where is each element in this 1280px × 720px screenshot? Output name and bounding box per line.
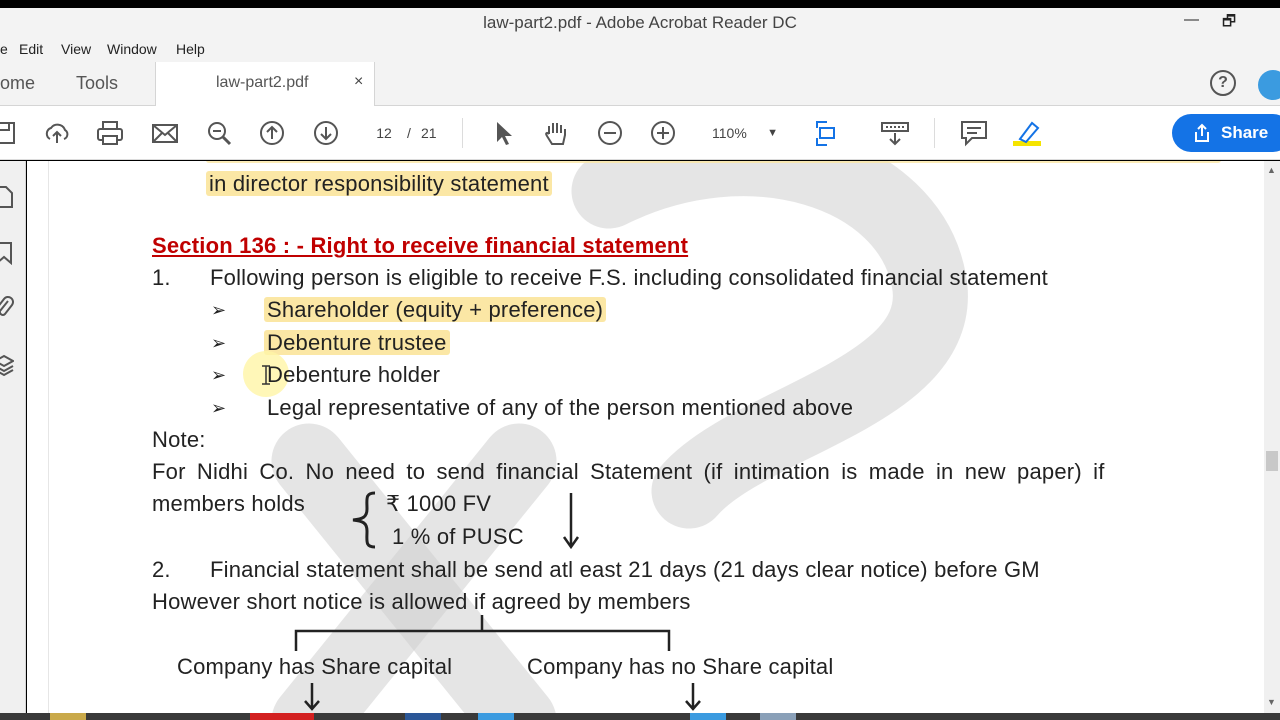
zoom-in-icon[interactable] — [648, 118, 678, 148]
minimize-button[interactable]: — — [1184, 11, 1199, 28]
brace-option-1: ₹ 1000 FV — [386, 491, 492, 516]
toolbar-divider — [462, 118, 463, 148]
page-separator: / — [407, 125, 411, 141]
layers-icon[interactable] — [0, 353, 14, 377]
taskbar-app-icon[interactable] — [760, 713, 796, 720]
page-total: 21 — [421, 125, 437, 141]
menu-edit[interactable]: Edit — [19, 41, 43, 57]
item-1-text: Following person is eligible to receive … — [210, 265, 1048, 290]
bullet-marker: ➢ — [211, 300, 227, 320]
text-cursor-icon — [262, 365, 270, 385]
tab-home[interactable]: ome — [0, 73, 35, 94]
tab-bar: ome Tools law-part2.pdf × ? — [0, 62, 1280, 107]
note-label: Note: — [152, 427, 206, 452]
title-bar: law-part2.pdf - Adobe Acrobat Reader DC … — [0, 8, 1280, 38]
menu-bar: e Edit View Window Help — [0, 38, 1280, 62]
down-arrow — [304, 683, 320, 711]
item-2-number: 2. — [152, 557, 171, 582]
branch-connector — [294, 615, 671, 651]
attachment-icon[interactable] — [0, 295, 14, 319]
page-number-input[interactable]: 12 — [366, 120, 402, 146]
bullet-marker: ➢ — [211, 333, 227, 353]
share-label: Share — [1221, 123, 1269, 142]
scroll-down-icon[interactable]: ▼ — [1267, 697, 1276, 707]
upload-cloud-icon[interactable] — [42, 118, 72, 148]
comment-icon[interactable] — [959, 118, 989, 148]
taskbar-app-icon[interactable] — [478, 713, 514, 720]
note-line-1: For Nidhi Co. No need to send financial … — [152, 459, 1105, 484]
bullet-item-debenture-holder: Debenture holder — [267, 362, 441, 387]
share-icon — [1195, 123, 1209, 142]
search-icon[interactable] — [204, 118, 234, 148]
previous-line-fragment: in director responsibility statement — [206, 171, 552, 196]
menu-window[interactable]: Window — [107, 41, 157, 57]
curly-brace — [352, 491, 376, 549]
scrolling-mode-icon[interactable] — [880, 118, 910, 148]
select-cursor-icon[interactable] — [488, 118, 518, 148]
tab-tools[interactable]: Tools — [76, 73, 118, 94]
branch-left-label: Company has Share capital — [177, 654, 453, 679]
bookmark-icon[interactable] — [0, 241, 14, 265]
email-icon[interactable] — [150, 118, 180, 148]
left-navigation-panel — [0, 161, 26, 713]
menu-view[interactable]: View — [61, 41, 91, 57]
zoom-level-value: 110% — [712, 125, 747, 141]
highlight-icon[interactable] — [1012, 118, 1042, 148]
down-arrow — [562, 493, 580, 550]
pdf-page: in director responsibility statement Sec… — [48, 161, 1238, 713]
fit-page-icon[interactable] — [812, 118, 848, 148]
hand-tool-icon[interactable] — [541, 118, 571, 148]
toolbar-divider — [934, 118, 935, 148]
brace-option-2: 1 % of PUSC — [392, 524, 524, 549]
down-arrow — [685, 683, 701, 711]
share-button[interactable]: Share — [1172, 114, 1280, 152]
close-tab-icon[interactable]: × — [354, 73, 363, 91]
account-avatar[interactable] — [1258, 70, 1280, 100]
tab-document[interactable]: law-part2.pdf × — [155, 62, 375, 107]
document-view[interactable]: in director responsibility statement Sec… — [27, 161, 1264, 713]
zoom-out-icon[interactable] — [595, 118, 625, 148]
section-heading: Section 136 : - Right to receive financi… — [152, 233, 689, 258]
bullet-marker: ➢ — [211, 398, 227, 418]
toolbar: 12 / 21 110% ▼ Share — [0, 106, 1280, 160]
scroll-up-icon[interactable]: ▲ — [1267, 165, 1276, 175]
taskbar-app-icon[interactable] — [50, 713, 86, 720]
taskbar-app-icon[interactable] — [405, 713, 441, 720]
menu-help[interactable]: Help — [176, 41, 205, 57]
scrollbar-thumb[interactable] — [1266, 451, 1278, 471]
item-1-number: 1. — [152, 265, 171, 290]
help-icon[interactable]: ? — [1210, 70, 1236, 96]
tab-document-label: law-part2.pdf — [216, 74, 309, 91]
taskbar-app-icon[interactable] — [690, 713, 726, 720]
previous-line-highlight — [206, 161, 1221, 163]
save-icon[interactable] — [0, 118, 20, 148]
chevron-down-icon: ▼ — [767, 127, 778, 139]
bullet-item-shareholder: Shareholder (equity + preference) — [264, 297, 607, 322]
zoom-level-dropdown[interactable]: 110% ▼ — [704, 120, 784, 146]
note-line-2: members holds — [152, 491, 305, 516]
branch-right-label: Company has no Share capital — [527, 654, 834, 679]
window-title: law-part2.pdf - Adobe Acrobat Reader DC — [483, 13, 797, 32]
bullet-item-debenture-trustee: Debenture trustee — [264, 330, 450, 355]
restore-button[interactable]: 🗗 — [1222, 11, 1236, 36]
print-icon[interactable] — [95, 118, 125, 148]
menu-file[interactable]: e — [0, 41, 8, 57]
bullet-item-legal-representative: Legal representative of any of the perso… — [267, 395, 854, 420]
page-thumbnails-icon[interactable] — [0, 185, 14, 209]
previous-page-icon[interactable] — [257, 118, 287, 148]
os-taskbar — [0, 713, 1280, 720]
taskbar-app-icon[interactable] — [250, 713, 314, 720]
bullet-marker: ➢ — [211, 365, 227, 385]
item-2-text: Financial statement shall be send atl ea… — [210, 557, 1040, 582]
vertical-scrollbar[interactable]: ▲ ▼ — [1264, 161, 1280, 713]
next-page-icon[interactable] — [311, 118, 341, 148]
